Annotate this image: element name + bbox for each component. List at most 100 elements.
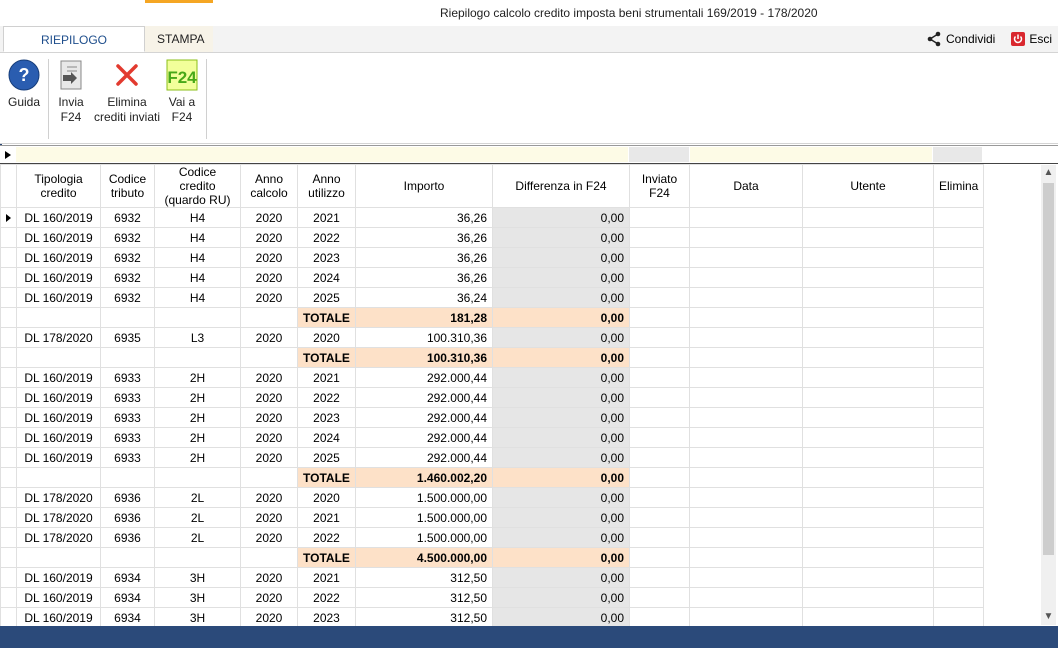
table-cell[interactable]: 2025 bbox=[297, 287, 356, 308]
table-cell[interactable]: H4 bbox=[154, 267, 241, 288]
table-cell-empty[interactable] bbox=[689, 287, 803, 308]
table-cell-empty[interactable] bbox=[689, 387, 803, 408]
table-cell[interactable]: 6933 bbox=[100, 407, 155, 428]
table-cell-empty[interactable] bbox=[689, 267, 803, 288]
table-cell-empty[interactable] bbox=[629, 207, 690, 228]
table-cell-empty[interactable] bbox=[689, 327, 803, 348]
table-cell[interactable] bbox=[154, 467, 241, 488]
table-cell[interactable]: 6933 bbox=[100, 387, 155, 408]
row-header-cell[interactable] bbox=[0, 607, 17, 627]
table-cell[interactable]: 2025 bbox=[297, 447, 356, 468]
row-header-cell[interactable] bbox=[0, 367, 17, 388]
table-cell[interactable]: 2H bbox=[154, 387, 241, 408]
table-cell[interactable]: 6934 bbox=[100, 567, 155, 588]
table-cell[interactable]: 2022 bbox=[297, 227, 356, 248]
invia-f24-button[interactable]: Invia F24 bbox=[54, 59, 88, 125]
table-cell[interactable]: 2020 bbox=[297, 487, 356, 508]
table-cell-empty[interactable] bbox=[933, 507, 984, 528]
table-cell[interactable]: 0,00 bbox=[492, 227, 630, 248]
header-codice-tributo[interactable]: Codice tributo bbox=[100, 164, 155, 208]
table-cell[interactable] bbox=[240, 547, 298, 568]
row-header-cell[interactable] bbox=[0, 387, 17, 408]
table-cell-empty[interactable] bbox=[933, 387, 984, 408]
table-cell-empty[interactable] bbox=[802, 427, 934, 448]
table-cell-empty[interactable] bbox=[933, 527, 984, 548]
table-cell-empty[interactable] bbox=[689, 347, 803, 368]
table-cell-empty[interactable] bbox=[933, 587, 984, 608]
table-cell-empty[interactable] bbox=[933, 547, 984, 568]
table-row[interactable]: DL 160/2019 6933 2H 2020 2022 292.000,44 0,00 bbox=[0, 387, 984, 408]
table-cell[interactable] bbox=[100, 467, 155, 488]
table-cell[interactable] bbox=[154, 347, 241, 368]
table-row[interactable]: DL 178/2020 6935 L3 2020 2020 100.310,36 0,00 bbox=[0, 327, 984, 348]
table-cell[interactable]: 2H bbox=[154, 367, 241, 388]
table-cell[interactable]: DL 160/2019 bbox=[16, 367, 101, 388]
table-cell[interactable]: DL 178/2020 bbox=[16, 507, 101, 528]
row-header-cell[interactable] bbox=[0, 407, 17, 428]
table-cell-empty[interactable] bbox=[689, 587, 803, 608]
table-cell-empty[interactable] bbox=[933, 327, 984, 348]
header-anno-calcolo[interactable]: Anno calcolo bbox=[240, 164, 298, 208]
table-cell-empty[interactable] bbox=[629, 387, 690, 408]
table-cell[interactable]: 36,24 bbox=[355, 287, 493, 308]
table-cell[interactable]: H4 bbox=[154, 227, 241, 248]
table-cell[interactable] bbox=[16, 547, 101, 568]
table-cell[interactable]: 0,00 bbox=[492, 267, 630, 288]
table-cell-empty[interactable] bbox=[689, 467, 803, 488]
table-cell[interactable]: 2024 bbox=[297, 427, 356, 448]
table-cell-empty[interactable] bbox=[689, 407, 803, 428]
table-cell[interactable]: 2020 bbox=[240, 487, 298, 508]
table-cell[interactable]: 1.500.000,00 bbox=[355, 507, 493, 528]
table-row[interactable]: DL 160/2019 6932 H4 2020 2021 36,26 0,00 bbox=[0, 207, 984, 228]
table-cell[interactable] bbox=[100, 347, 155, 368]
table-cell[interactable]: 292.000,44 bbox=[355, 387, 493, 408]
table-cell[interactable]: 181,28 bbox=[355, 307, 493, 328]
table-cell-empty[interactable] bbox=[689, 427, 803, 448]
table-cell[interactable]: DL 160/2019 bbox=[16, 267, 101, 288]
row-header-cell[interactable] bbox=[0, 467, 17, 488]
table-cell[interactable]: 6935 bbox=[100, 327, 155, 348]
total-row[interactable]: TOTALE 100.310,36 0,00 bbox=[0, 347, 984, 368]
table-cell[interactable]: DL 160/2019 bbox=[16, 427, 101, 448]
table-cell-empty[interactable] bbox=[802, 607, 934, 627]
table-cell-empty[interactable] bbox=[629, 547, 690, 568]
table-cell[interactable]: 6932 bbox=[100, 287, 155, 308]
table-cell-empty[interactable] bbox=[629, 487, 690, 508]
header-data[interactable]: Data bbox=[689, 164, 803, 208]
table-cell[interactable] bbox=[154, 307, 241, 328]
table-row[interactable]: DL 160/2019 6933 2H 2020 2023 292.000,44 0,00 bbox=[0, 407, 984, 428]
row-header-cell[interactable] bbox=[0, 287, 17, 308]
table-cell[interactable]: 3H bbox=[154, 607, 241, 627]
table-cell[interactable]: 100.310,36 bbox=[355, 347, 493, 368]
table-cell-empty[interactable] bbox=[629, 447, 690, 468]
table-cell[interactable]: H4 bbox=[154, 287, 241, 308]
table-cell-empty[interactable] bbox=[802, 507, 934, 528]
table-cell[interactable]: 0,00 bbox=[492, 387, 630, 408]
table-cell[interactable]: 2022 bbox=[297, 387, 356, 408]
table-row[interactable]: DL 178/2020 6936 2L 2020 2020 1.500.000,00 0,0… bbox=[0, 487, 984, 508]
table-cell[interactable] bbox=[16, 307, 101, 328]
table-cell-empty[interactable] bbox=[802, 307, 934, 328]
table-cell[interactable]: 2020 bbox=[240, 567, 298, 588]
table-cell[interactable]: DL 160/2019 bbox=[16, 607, 101, 627]
table-cell[interactable]: 0,00 bbox=[492, 447, 630, 468]
table-cell-empty[interactable] bbox=[933, 447, 984, 468]
table-cell[interactable]: 0,00 bbox=[492, 507, 630, 528]
table-cell[interactable]: 6936 bbox=[100, 487, 155, 508]
table-cell[interactable]: 0,00 bbox=[492, 527, 630, 548]
scroll-down-arrow-icon[interactable]: ▼ bbox=[1041, 609, 1056, 625]
table-cell-empty[interactable] bbox=[933, 467, 984, 488]
table-cell-empty[interactable] bbox=[629, 227, 690, 248]
table-cell[interactable]: 2020 bbox=[240, 587, 298, 608]
table-cell[interactable]: L3 bbox=[154, 327, 241, 348]
table-cell-empty[interactable] bbox=[629, 587, 690, 608]
scroll-up-arrow-icon[interactable]: ▲ bbox=[1041, 165, 1056, 181]
table-cell[interactable]: 2021 bbox=[297, 507, 356, 528]
table-cell[interactable]: 2020 bbox=[240, 447, 298, 468]
table-cell-empty[interactable] bbox=[933, 607, 984, 627]
table-row[interactable]: DL 160/2019 6934 3H 2020 2023 312,50 0,00 bbox=[0, 607, 984, 627]
row-header-cell[interactable] bbox=[0, 507, 17, 528]
table-cell-empty[interactable] bbox=[933, 367, 984, 388]
table-cell-empty[interactable] bbox=[802, 547, 934, 568]
table-cell-empty[interactable] bbox=[802, 367, 934, 388]
